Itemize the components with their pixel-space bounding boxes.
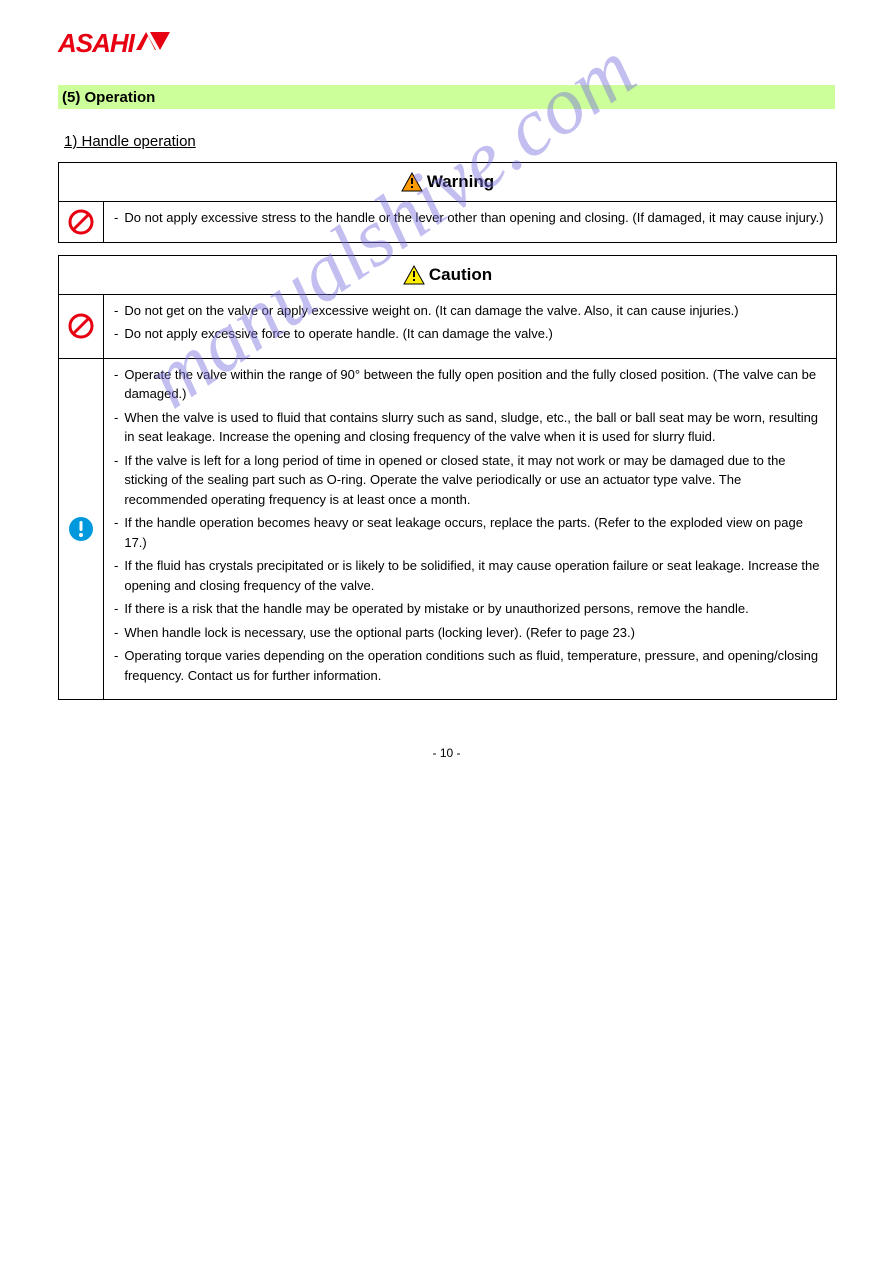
item-text: Do not apply excessive force to operate …: [124, 324, 553, 344]
prohibit-icon: [67, 208, 95, 236]
section-header-bar: (5) Operation: [58, 85, 835, 109]
caution-row-prohibit: - Do not get on the valve or apply exces…: [59, 295, 836, 358]
item-text: If there is a risk that the handle may b…: [124, 599, 748, 619]
page: ASAHI (5) Operation 1) Handle operation …: [0, 0, 893, 780]
logo-av-icon: [136, 30, 180, 57]
logo-area: ASAHI: [0, 0, 893, 69]
list-item: -Operating torque varies depending on th…: [114, 646, 826, 685]
bullet: -: [114, 646, 118, 685]
item-text: Operate the valve within the range of 90…: [124, 365, 826, 404]
list-item: -If the fluid has crystals precipitated …: [114, 556, 826, 595]
caution-row-mandatory: -Operate the valve within the range of 9…: [59, 358, 836, 700]
caution-box: Caution - Do not get on the valve or app…: [58, 255, 837, 701]
list-item: -When handle lock is necessary, use the …: [114, 623, 826, 643]
item-text: Do not get on the valve or apply excessi…: [124, 301, 738, 321]
caution-header: Caution: [59, 256, 836, 295]
list-item: -Operate the valve within the range of 9…: [114, 365, 826, 404]
caution-content-1: - Do not get on the valve or apply exces…: [104, 295, 836, 358]
list-item: -If there is a risk that the handle may …: [114, 599, 826, 619]
warning-row: - Do not apply excessive stress to the h…: [59, 202, 836, 242]
bullet: -: [114, 623, 118, 643]
list-item: - Do not apply excessive stress to the h…: [114, 208, 826, 228]
warning-content: - Do not apply excessive stress to the h…: [104, 202, 836, 242]
item-text: If the fluid has crystals precipitated o…: [124, 556, 826, 595]
item-text: When the valve is used to fluid that con…: [124, 408, 826, 447]
bullet: -: [114, 408, 118, 447]
caution-icon-cell-1: [59, 295, 104, 358]
item-text: Do not apply excessive stress to the han…: [124, 208, 823, 228]
bullet: -: [114, 208, 118, 228]
logo-text: ASAHI: [58, 28, 134, 59]
item-text: Operating torque varies depending on the…: [124, 646, 826, 685]
item-text: When handle lock is necessary, use the o…: [124, 623, 635, 643]
item-text: If the handle operation becomes heavy or…: [124, 513, 826, 552]
mandatory-icon: [67, 515, 95, 543]
bullet: -: [114, 301, 118, 321]
warning-header-text: Warning: [427, 172, 494, 192]
bullet: -: [114, 451, 118, 510]
warning-header: Warning: [59, 163, 836, 202]
list-item: -When the valve is used to fluid that co…: [114, 408, 826, 447]
brand-logo: ASAHI: [58, 28, 893, 59]
caution-triangle-icon: [403, 265, 425, 285]
warning-box: Warning - Do not apply excessive stress …: [58, 162, 837, 243]
bullet: -: [114, 556, 118, 595]
bullet: -: [114, 513, 118, 552]
bullet: -: [114, 365, 118, 404]
warning-triangle-icon: [401, 172, 423, 192]
list-item: - Do not get on the valve or apply exces…: [114, 301, 826, 321]
bullet: -: [114, 324, 118, 344]
prohibit-icon: [67, 312, 95, 340]
list-item: -If the handle operation becomes heavy o…: [114, 513, 826, 552]
bullet: -: [114, 599, 118, 619]
page-number: - 10 -: [0, 746, 893, 760]
caution-icon-cell-2: [59, 359, 104, 700]
item-text: If the valve is left for a long period o…: [124, 451, 826, 510]
section-header-text: (5) Operation: [62, 89, 155, 106]
warning-icon-cell: [59, 202, 104, 242]
subsection-title: 1) Handle operation: [64, 133, 893, 150]
list-item: - Do not apply excessive force to operat…: [114, 324, 826, 344]
caution-content-2: -Operate the valve within the range of 9…: [104, 359, 836, 700]
caution-header-text: Caution: [429, 265, 492, 285]
list-item: -If the valve is left for a long period …: [114, 451, 826, 510]
